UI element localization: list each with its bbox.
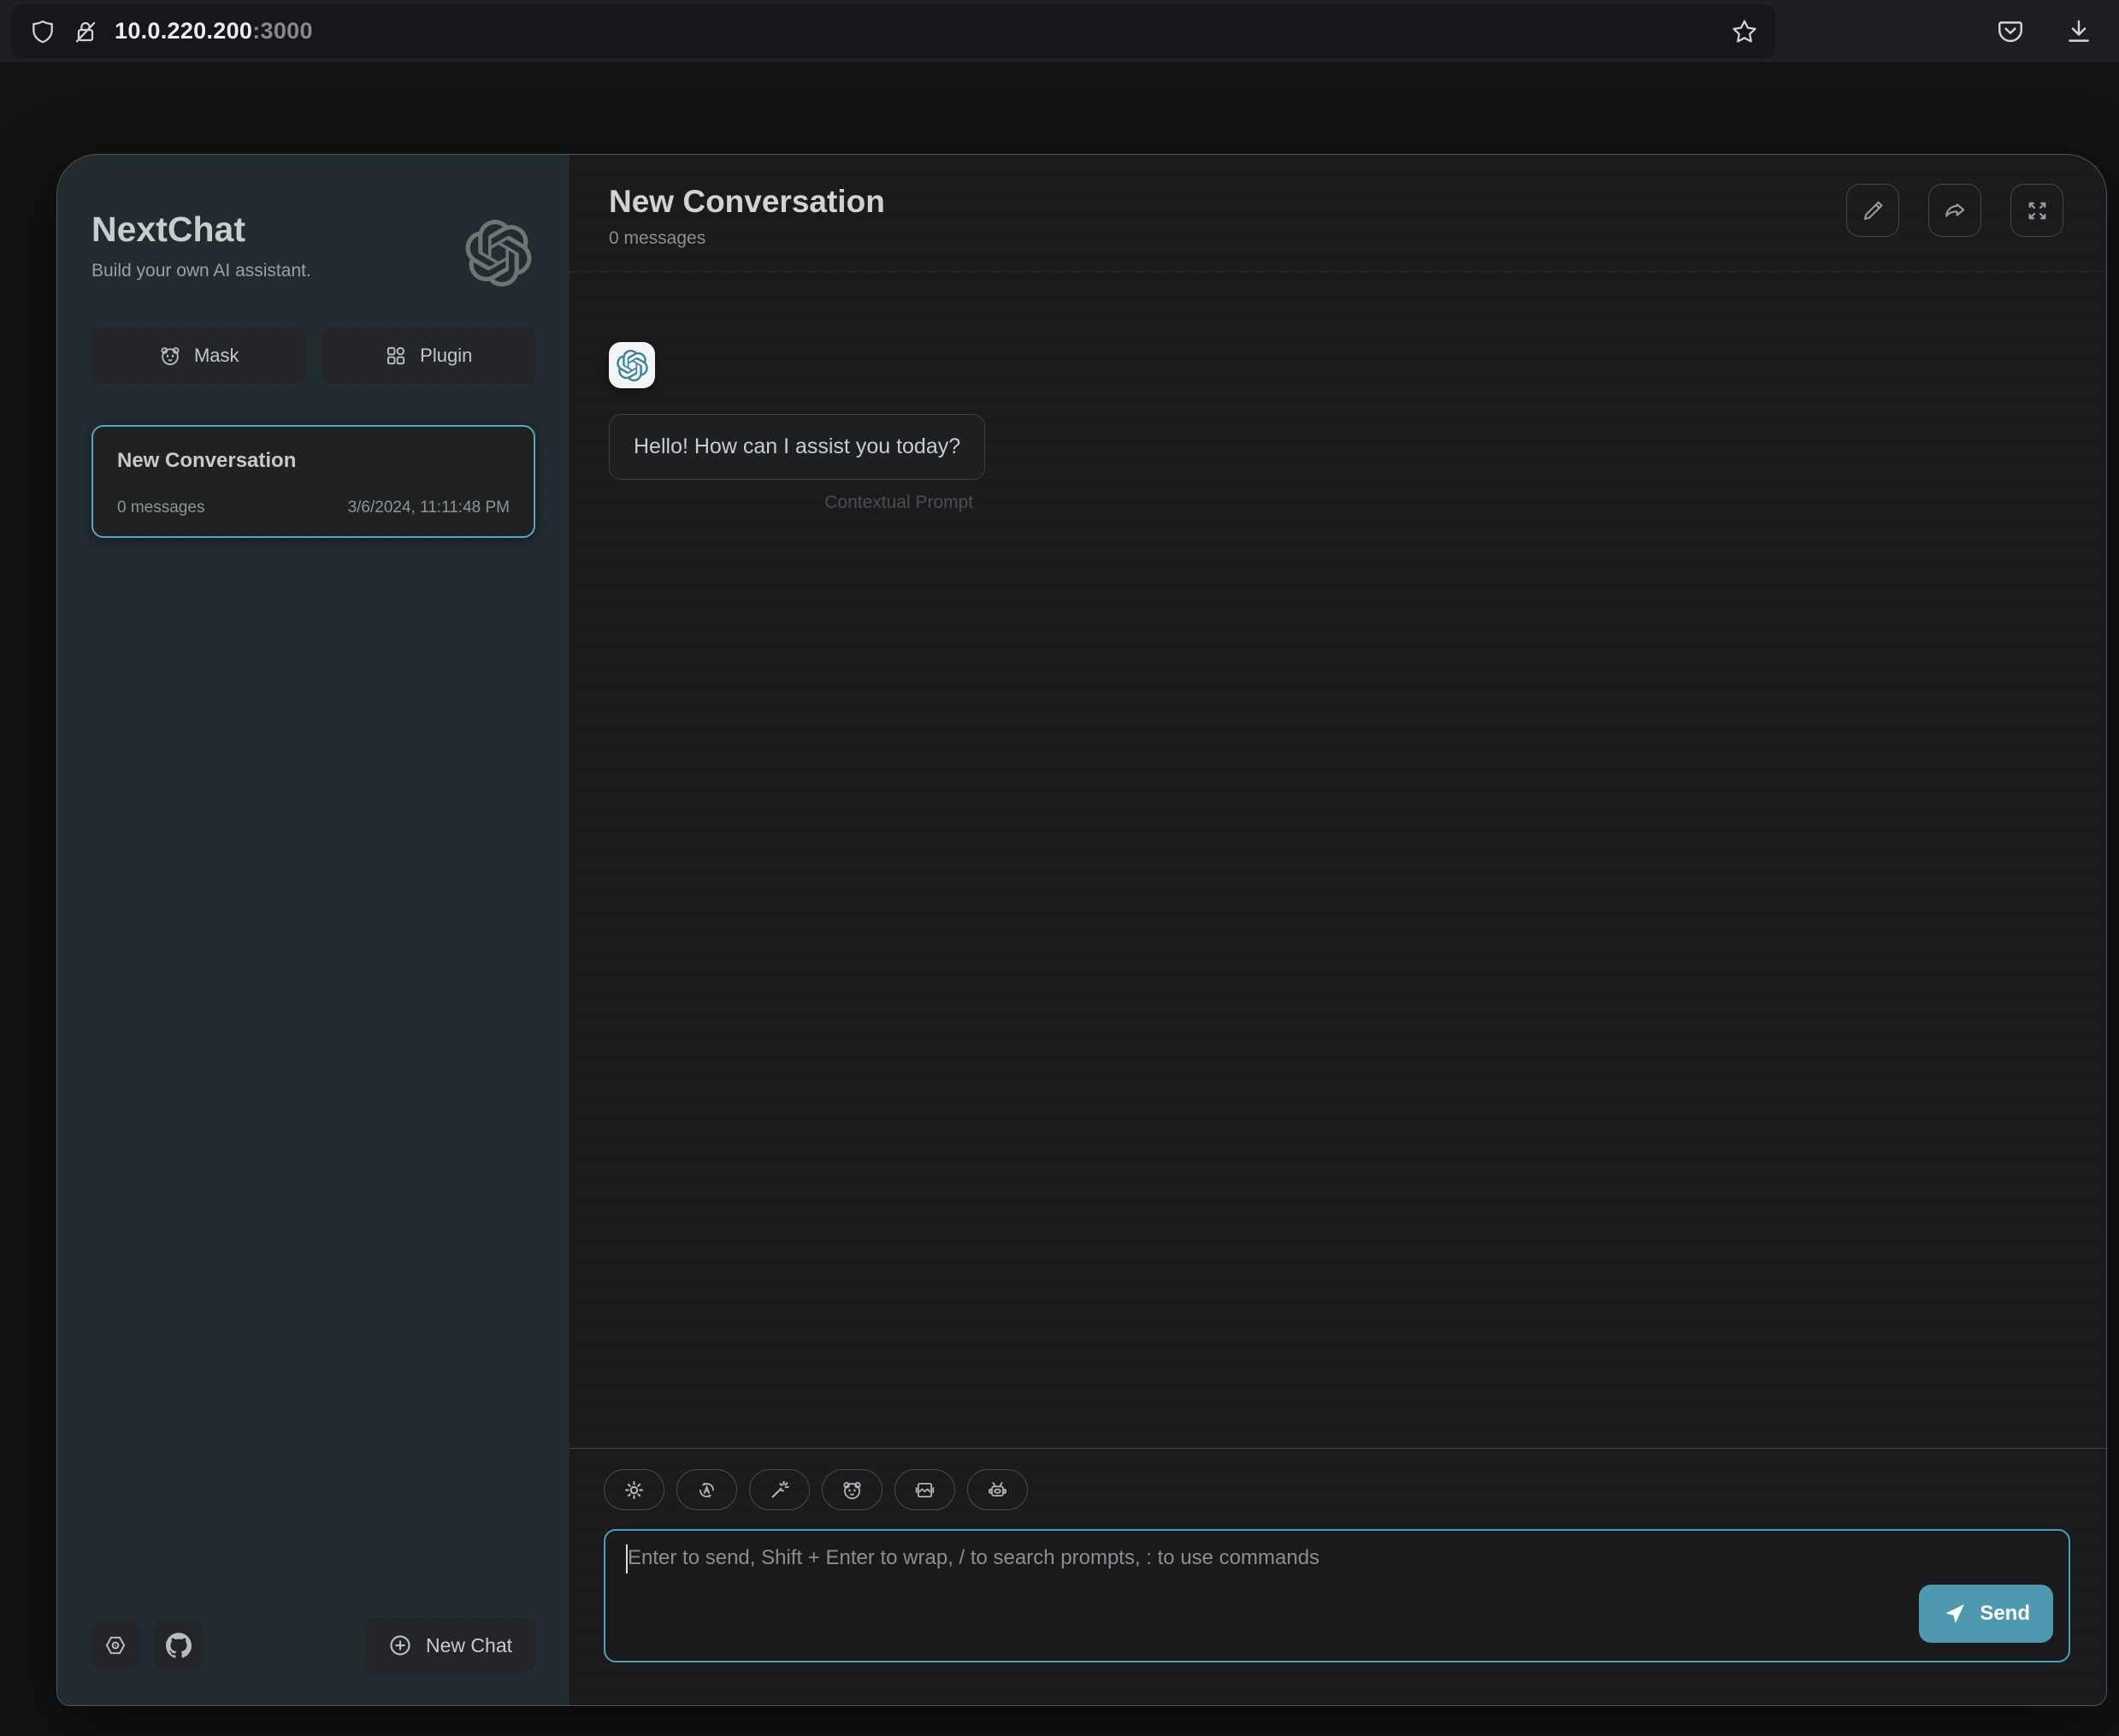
assistant-message: Hello! How can I assist you today? Conte… [609,414,985,513]
magic-wand-icon [768,1479,791,1502]
chat-settings-button[interactable] [604,1469,664,1510]
rename-button[interactable] [1846,184,1899,237]
paper-plane-icon [1942,1602,1967,1627]
plugin-button[interactable]: Plugin [322,328,536,384]
plus-circle-icon [387,1633,413,1658]
mask-face-icon [841,1479,864,1502]
send-button[interactable]: Send [1919,1585,2053,1643]
gear-icon [623,1479,646,1502]
theme-button[interactable] [676,1469,737,1510]
prompt-wand-button[interactable] [749,1469,810,1510]
mask-button-label: Mask [194,345,239,367]
browser-bar: 10.0.220.200:3000 [0,0,2119,62]
share-button[interactable] [1928,184,1981,237]
sidebar: NextChat Build your own AI assistant. Ma… [57,155,570,1705]
mask-button[interactable]: Mask [91,328,306,384]
fullscreen-button[interactable] [2010,184,2063,237]
chat-list-item-selected[interactable]: New Conversation 0 messages 3/6/2024, 11… [91,425,535,538]
frame-wave-icon [913,1479,936,1502]
settings-hexagon-icon [103,1633,128,1658]
url-host: 10.0.220.200:3000 [115,18,313,44]
model-robot-button[interactable] [967,1469,1028,1510]
chat-item-time: 3/6/2024, 11:11:48 PM [348,499,510,517]
github-button[interactable] [155,1621,203,1669]
mask-toolbar-button[interactable] [822,1469,882,1510]
url-port: :3000 [252,18,313,44]
new-chat-button-label: New Chat [426,1634,512,1657]
robot-icon [986,1479,1009,1502]
chat-list: New Conversation 0 messages 3/6/2024, 11… [91,425,535,1618]
pencil-icon [1860,198,1886,224]
openai-logo-icon [465,220,532,286]
shield-icon[interactable] [29,18,56,45]
text-caret [626,1544,628,1574]
bookmark-star-icon[interactable] [1731,18,1758,45]
message-bubble: Hello! How can I assist you today? [609,414,985,480]
settings-button[interactable] [91,1621,139,1669]
fullscreen-icon [2024,198,2051,224]
shortcut-key-button[interactable] [894,1469,955,1510]
github-icon [166,1633,192,1658]
chat-main: New Conversation 0 messages [570,155,2106,1705]
message-list: Hello! How can I assist you today? Conte… [570,272,2106,1448]
chat-item-count: 0 messages [117,499,204,517]
contextual-prompt-label: Contextual Prompt [609,493,985,513]
assistant-avatar [609,342,655,388]
new-chat-button[interactable]: New Chat [364,1618,535,1673]
chat-subtitle: 0 messages [609,228,885,249]
download-icon[interactable] [2064,17,2093,46]
send-button-label: Send [1980,1602,2030,1626]
lock-insecure-icon[interactable] [72,18,99,45]
chat-header: New Conversation 0 messages [570,155,2106,272]
pocket-icon[interactable] [1996,17,2025,46]
openai-avatar-icon [617,350,648,381]
message-input[interactable] [605,1531,2069,1661]
share-icon [1942,198,1968,224]
chat-toolbar [604,1469,2070,1510]
nextchat-window: NextChat Build your own AI assistant. Ma… [56,154,2107,1706]
chat-title: New Conversation [609,184,885,220]
mask-icon [158,344,182,368]
auto-theme-icon [695,1479,718,1502]
message-input-box: Send [604,1529,2070,1662]
chat-item-title: New Conversation [117,449,510,473]
input-panel: Send [570,1448,2106,1705]
url-bar[interactable]: 10.0.220.200:3000 [12,5,1775,58]
plugin-grid-icon [384,344,408,368]
plugin-button-label: Plugin [420,345,472,367]
